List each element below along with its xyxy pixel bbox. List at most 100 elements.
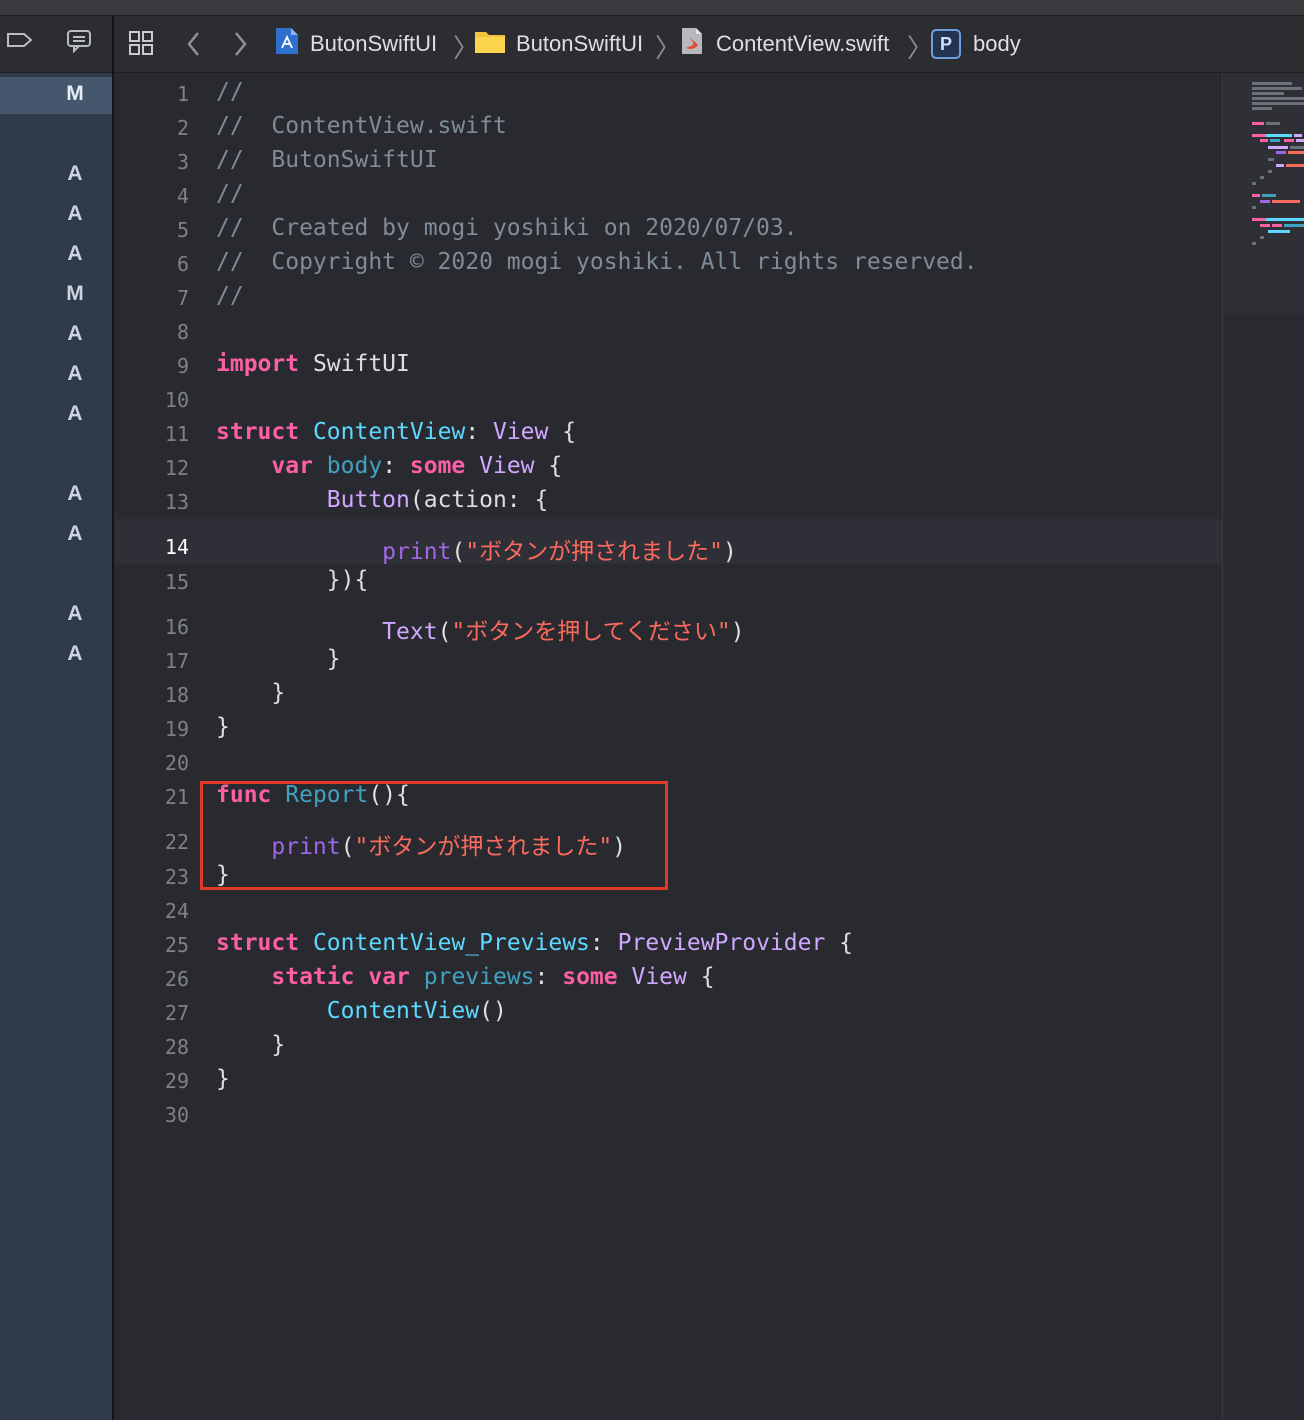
line-number[interactable]: 8 (113, 320, 189, 344)
source-control-status-marker[interactable]: A (62, 402, 88, 426)
code-token: PreviewProvider (617, 930, 826, 956)
code-token: { (825, 930, 854, 956)
minimap-line (1262, 194, 1276, 197)
line-number[interactable]: 5 (113, 218, 189, 242)
code-line[interactable]: } (216, 714, 230, 740)
code-line[interactable]: var body: some View { (216, 453, 562, 479)
source-control-status-marker[interactable]: A (62, 322, 88, 346)
line-number[interactable]: 14 (113, 535, 189, 559)
code-line[interactable]: // Created by mogi yoshiki on 2020/07/03… (216, 215, 798, 241)
line-number[interactable]: 19 (113, 717, 189, 741)
code-token: // (216, 79, 244, 105)
source-control-status-marker[interactable]: A (62, 642, 88, 666)
code-token: previews (423, 964, 535, 990)
line-number[interactable]: 24 (113, 899, 189, 923)
line-number[interactable]: 13 (113, 490, 189, 514)
line-number[interactable]: 21 (113, 785, 189, 809)
minimap-line (1290, 146, 1304, 149)
line-number[interactable]: 30 (113, 1103, 189, 1127)
line-number[interactable]: 12 (113, 456, 189, 480)
source-control-status-marker[interactable]: M (62, 82, 88, 106)
code-line[interactable]: } (216, 680, 285, 706)
line-number[interactable]: 22 (113, 830, 189, 854)
code-line[interactable]: } (216, 646, 341, 672)
line-number[interactable]: 9 (113, 354, 189, 378)
source-control-status-marker[interactable]: M (62, 282, 88, 306)
minimap-line (1252, 97, 1304, 100)
breadcrumb-separator: 〉 (907, 33, 934, 63)
code-line[interactable]: // (216, 79, 244, 105)
code-line[interactable]: // (216, 283, 244, 309)
minimap-line (1252, 107, 1272, 110)
source-editor[interactable] (114, 73, 1222, 1420)
breadcrumb-file[interactable]: ContentView.swift (680, 16, 889, 72)
minimap-line (1288, 151, 1304, 154)
code-token: struct (216, 419, 300, 445)
code-line[interactable]: static var previews: some View { (216, 964, 714, 990)
line-number[interactable]: 29 (113, 1069, 189, 1093)
code-line[interactable]: Text("ボタンを押してください") (216, 612, 744, 646)
code-line[interactable]: // (216, 181, 244, 207)
line-number[interactable]: 10 (113, 388, 189, 412)
label-icon[interactable] (6, 30, 34, 55)
line-number[interactable]: 11 (113, 422, 189, 446)
source-control-status-marker[interactable]: A (62, 522, 88, 546)
comment-icon[interactable] (66, 29, 94, 58)
minimap-line (1252, 102, 1304, 105)
line-number[interactable]: 2 (113, 116, 189, 140)
code-line[interactable]: import SwiftUI (216, 351, 410, 377)
source-control-status-marker[interactable]: A (62, 242, 88, 266)
code-line[interactable]: // Copyright © 2020 mogi yoshiki. All ri… (216, 249, 978, 275)
code-line[interactable]: Button(action: { (216, 487, 549, 513)
line-number[interactable]: 6 (113, 252, 189, 276)
code-line[interactable]: // ContentView.swift (216, 113, 507, 139)
code-line[interactable]: } (216, 1066, 230, 1092)
source-control-status-marker[interactable]: A (62, 362, 88, 386)
line-number[interactable]: 20 (113, 751, 189, 775)
line-number[interactable]: 7 (113, 286, 189, 310)
code-line[interactable]: }){ (216, 567, 369, 593)
line-number[interactable]: 1 (113, 82, 189, 106)
line-number[interactable]: 15 (113, 570, 189, 594)
line-number[interactable]: 23 (113, 865, 189, 889)
line-number[interactable]: 28 (113, 1035, 189, 1059)
source-control-status-marker[interactable]: A (62, 162, 88, 186)
code-token: Button (326, 487, 410, 513)
breadcrumb-folder[interactable]: ButonSwiftUI (474, 16, 643, 72)
line-number[interactable]: 25 (113, 933, 189, 957)
breadcrumb-project[interactable]: ButonSwiftUI (274, 16, 437, 72)
related-items-grid-icon[interactable] (128, 30, 156, 63)
code-line[interactable]: ContentView() (216, 998, 507, 1024)
source-control-status-marker[interactable]: A (62, 602, 88, 626)
code-line[interactable]: struct ContentView: View { (216, 419, 576, 445)
line-number[interactable]: 17 (113, 649, 189, 673)
minimap-line (1260, 200, 1270, 203)
breadcrumb-symbol[interactable]: P body (931, 16, 1021, 72)
minimap-line (1252, 92, 1284, 95)
forward-chevron-icon[interactable] (230, 30, 250, 63)
minimap-line (1272, 224, 1282, 227)
line-number[interactable]: 4 (113, 184, 189, 208)
minimap-line (1252, 134, 1266, 137)
code-line[interactable]: print("ボタンが押されました") (216, 532, 737, 566)
line-number[interactable]: 16 (113, 615, 189, 639)
code-token: Text (382, 619, 438, 645)
code-token: View (492, 419, 549, 445)
line-number[interactable]: 18 (113, 683, 189, 707)
line-number[interactable]: 3 (113, 150, 189, 174)
code-token: }){ (216, 567, 369, 593)
code-line[interactable]: struct ContentView_Previews: PreviewProv… (216, 930, 853, 956)
minimap-line (1268, 230, 1290, 233)
line-number[interactable]: 26 (113, 967, 189, 991)
code-line[interactable]: } (216, 1032, 285, 1058)
line-number[interactable]: 27 (113, 1001, 189, 1025)
source-control-status-marker[interactable]: A (62, 482, 88, 506)
code-line[interactable]: // ButonSwiftUI (216, 147, 438, 173)
source-control-status-marker[interactable]: A (62, 202, 88, 226)
back-chevron-icon[interactable] (184, 30, 204, 63)
